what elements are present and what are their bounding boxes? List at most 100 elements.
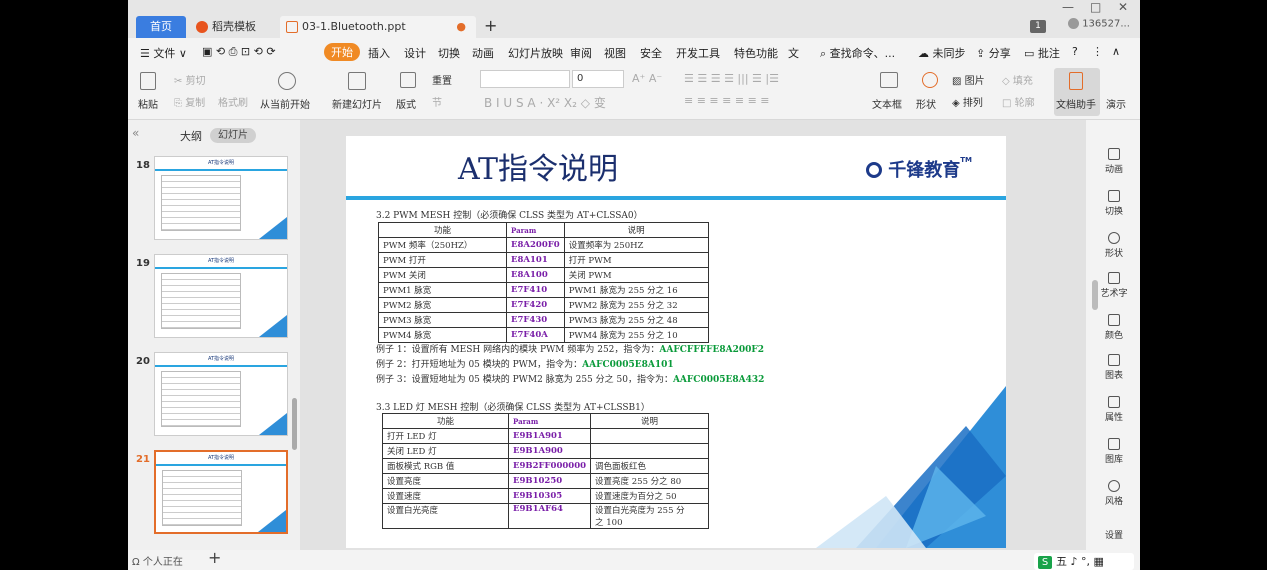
new-tab-button[interactable]: + [484, 16, 497, 36]
sidebar-item-animation[interactable]: 动画 [1094, 148, 1134, 175]
fill-button[interactable]: ◇ 填充 [1002, 72, 1033, 87]
thumbnails-scrollbar[interactable] [292, 398, 297, 450]
sidebar-item-gallery[interactable]: 图库 [1094, 438, 1134, 465]
menu-features[interactable]: 特色功能 [734, 45, 778, 61]
table-cell-param: E9B10305 [507, 488, 592, 504]
vertical-scrollbar[interactable] [1092, 280, 1098, 310]
close-button[interactable]: ✕ [1118, 0, 1128, 14]
menu-developer[interactable]: 开发工具 [676, 45, 720, 61]
font-grow-icon[interactable]: A⁺ A⁻ [632, 72, 662, 85]
tab-outline[interactable]: 大纲 [180, 128, 202, 144]
section-button[interactable]: 节 [432, 94, 442, 109]
sidebar-item-chart[interactable]: 图表 [1094, 354, 1134, 381]
shape-button[interactable]: 形状 [916, 96, 936, 111]
menu-security[interactable]: 安全 [640, 45, 662, 61]
layout-button[interactable]: 版式 [396, 96, 416, 111]
sidebar-item-wordart[interactable]: 艺术字 [1094, 272, 1134, 299]
format-painter-button[interactable]: 格式刷 [218, 94, 248, 109]
font-name-select[interactable] [480, 70, 570, 88]
text-box-button[interactable]: 文本框 [872, 96, 902, 111]
menu-slideshow[interactable]: 幻灯片放映 [508, 45, 563, 61]
search-command[interactable]: ⌕ 查找命令、... [820, 45, 895, 61]
section-heading-led[interactable]: 3.3 LED 灯 MESH 控制（必须确保 CLSS 类型为 AT+CLSSB… [376, 400, 650, 413]
table-cell-param: E7F40A [506, 327, 565, 343]
collapse-panel-icon[interactable]: « [132, 126, 139, 140]
sidebar-item-color[interactable]: 颜色 [1094, 314, 1134, 341]
slide-thumbnail[interactable]: AT指令说明 [154, 156, 288, 240]
ime-toolbar[interactable]: S 五 ♪ °, ▦ [1034, 553, 1134, 570]
reset-button[interactable]: 重置 [432, 72, 452, 87]
example-1[interactable]: 例子 1：设置所有 MESH 网络内的模块 PWM 频率为 252，指令为：AA… [376, 342, 764, 355]
outline-button[interactable]: □ 轮廓 [1002, 94, 1035, 109]
thumb-title: AT指令说明 [207, 455, 235, 461]
sidebar-item-label: 风格 [1104, 497, 1123, 507]
sidebar-item-shape[interactable]: 形状 [1094, 232, 1134, 259]
comment-button[interactable]: ▭ 批注 [1024, 45, 1060, 61]
present-button[interactable]: 演示 [1106, 96, 1126, 111]
arrange-button[interactable]: ◈ 排列 [952, 94, 983, 109]
tab-home[interactable]: 首页 [136, 16, 186, 38]
menu-view[interactable]: 视图 [604, 45, 626, 61]
slide-title[interactable]: AT指令说明 [458, 144, 618, 188]
minimize-button[interactable]: — [1062, 0, 1074, 14]
text-format-icons[interactable]: B I U S A · X² X₂ ◇ 变 [484, 94, 606, 111]
pwm-command-table[interactable]: 功能 Param 说明 PWM 频率（250HZ） E8A200F0 设置频率为 2… [378, 222, 709, 343]
list-format-icons[interactable]: ☰ ☰ ☰ ☰ ||| ☰ |☰ [684, 72, 779, 85]
led-command-table[interactable]: 功能 Param 说明 打开 LED 灯 E9B1A901 关闭 LED 灯 E9B… [382, 413, 710, 529]
collapse-ribbon-icon[interactable]: ∧ [1112, 45, 1120, 58]
copy-button[interactable]: ⎘ 复制 [174, 94, 205, 109]
menu-transition[interactable]: 切换 [438, 45, 460, 61]
wordart-icon [1108, 272, 1120, 284]
align-icons[interactable]: ≡ ≡ ≡ ≡ ≡ ≡ ≡ [684, 94, 770, 107]
more-menu-icon[interactable]: ⋮ [1092, 45, 1103, 58]
sidebar-item-style[interactable]: 风格 [1094, 480, 1134, 507]
paste-button[interactable]: 粘贴 [138, 96, 158, 111]
maximize-button[interactable]: □ [1090, 0, 1101, 14]
table-cell-param: E9B1AF64 [507, 503, 592, 529]
table-row: 关闭 LED 灯 E9B1A900 [382, 443, 710, 459]
example-3-text: 例子 3：设置短地址为 05 模块的 PWM2 脉宽为 255 分之 50，指令… [376, 375, 673, 385]
new-slide-button[interactable]: 新建幻灯片 [332, 96, 382, 111]
share-button[interactable]: ⇪ 分享 [976, 45, 1011, 61]
sidebar-item-transition[interactable]: 切换 [1094, 190, 1134, 217]
quick-access-icons[interactable]: ▣ ⟲ ⎙ ⊡ ⟲ ⟳ [202, 45, 276, 59]
tab-docer-templates[interactable]: 稻壳模板 [190, 16, 280, 38]
slide[interactable]: AT指令说明 千锋教育TM 3.2 PWM MESH 控制（必须确保 CLSS … [346, 136, 1006, 548]
share-label: 分享 [988, 47, 1011, 60]
comment-label: 批注 [1037, 47, 1060, 60]
cut-button[interactable]: ✂ 剪切 [174, 72, 206, 87]
slide-thumbnails-panel: « 大纲 幻灯片 18 AT指令说明 19 AT指令说明 20 AT指令说明 2… [128, 120, 300, 550]
menu-animation[interactable]: 动画 [472, 45, 494, 61]
menu-start[interactable]: 开始 [324, 43, 360, 61]
doc-assistant-button[interactable]: 文档助手 [1054, 68, 1100, 116]
table-cell: PWM 频率（250HZ） [378, 237, 507, 253]
font-size-select[interactable]: 0 [572, 70, 624, 88]
tab-current-file[interactable]: 03-1.Bluetooth.ppt ● [280, 16, 476, 38]
sidebar-item-label: 图表 [1104, 371, 1123, 381]
slide-thumbnail[interactable]: AT指令说明 [154, 352, 288, 436]
menu-design[interactable]: 设计 [404, 45, 426, 61]
menu-more[interactable]: 文 [788, 45, 799, 61]
tab-slides[interactable]: 幻灯片 [210, 128, 256, 143]
tab-close-dot-icon[interactable]: ● [456, 16, 466, 38]
table-row: PWM 关闭 E8A100 关闭 PWM [378, 267, 709, 283]
play-from-current-button[interactable]: 从当前开始 [260, 96, 310, 111]
table-cell: PWM4 脉宽为 255 分之 10 [563, 327, 709, 343]
example-3[interactable]: 例子 3：设置短地址为 05 模块的 PWM2 脉宽为 255 分之 50，指令… [376, 372, 764, 385]
section-heading-pwm[interactable]: 3.2 PWM MESH 控制（必须确保 CLSS 类型为 AT+CLSSA0） [376, 208, 643, 221]
sidebar-item-properties[interactable]: 属性 [1094, 396, 1134, 423]
add-slide-button[interactable]: + [208, 548, 221, 567]
menu-review[interactable]: 审阅 [570, 45, 592, 61]
window-count-badge[interactable]: 1 [1030, 20, 1046, 33]
sync-status[interactable]: ☁ 未同步 [918, 45, 966, 61]
picture-button[interactable]: ▨ 图片 [952, 72, 985, 87]
help-button[interactable]: ? [1072, 45, 1078, 58]
slide-thumbnail-active[interactable]: AT指令说明 [154, 450, 288, 534]
sidebar-item-settings[interactable]: 设置 [1094, 528, 1134, 541]
user-account[interactable]: 1365​27... [1068, 18, 1130, 30]
menu-insert[interactable]: 插入 [368, 45, 390, 61]
example-2[interactable]: 例子 2：打开短地址为 05 模块的 PWM，指令为：AAFC0005E8A10… [376, 357, 674, 370]
menu-file[interactable]: ☰ 文件 ∨ [140, 45, 187, 61]
slide-thumbnail[interactable]: AT指令说明 [154, 254, 288, 338]
menu-bar: ☰ 文件 ∨ ▣ ⟲ ⎙ ⊡ ⟲ ⟳ 开始 插入 设计 切换 动画 幻灯片放映 … [128, 38, 1140, 66]
